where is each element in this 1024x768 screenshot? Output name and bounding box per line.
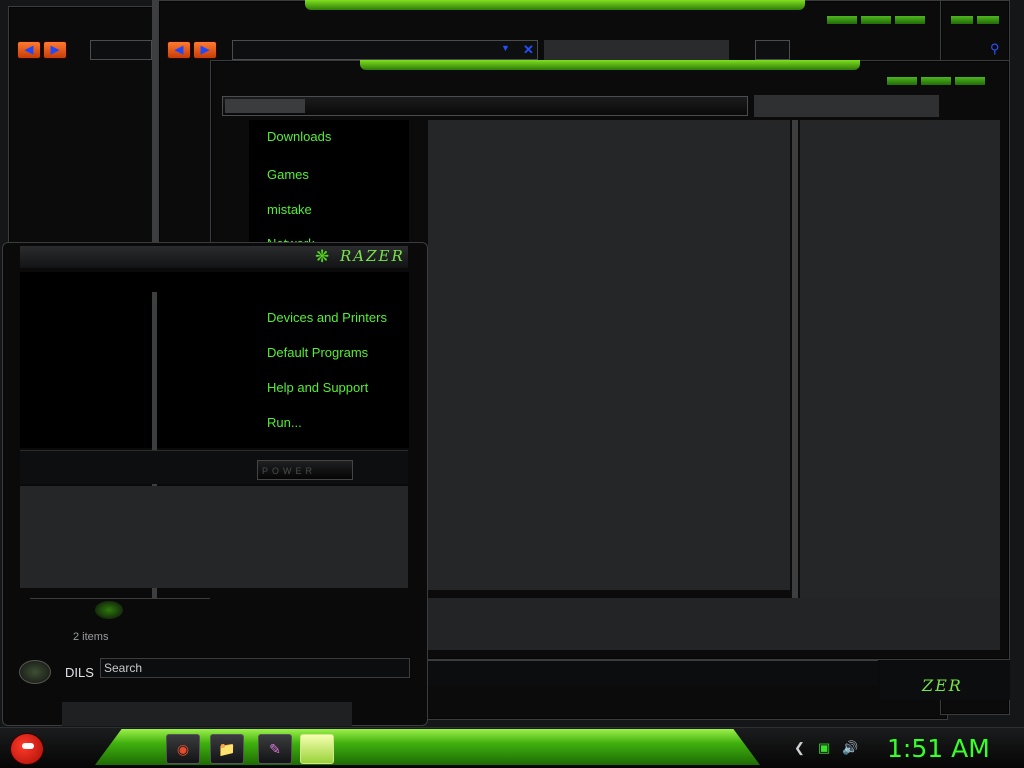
forward-arrow-icon[interactable]: ▶ [193, 41, 217, 59]
user-avatar[interactable] [19, 660, 51, 684]
right-window-controls[interactable] [950, 15, 1000, 25]
search-icon[interactable]: ⚲ [990, 41, 1000, 57]
menu-item-run[interactable]: Run... [267, 415, 302, 430]
lower-bar [62, 702, 352, 726]
maximize-button[interactable] [860, 15, 892, 25]
explorer-preview-pane [800, 120, 1000, 650]
menu-item-mistake[interactable]: mistake [267, 202, 312, 217]
start-button[interactable] [6, 729, 46, 767]
chrome-icon: ◉ [176, 740, 190, 757]
forward-arrow-icon[interactable]: ▶ [43, 41, 67, 59]
explorer-address-bar[interactable] [222, 96, 748, 116]
explorer-details-bar [420, 660, 878, 686]
search-placeholder: Search [104, 661, 143, 675]
explorer-content-pane [428, 120, 790, 590]
taskbar-folder-button[interactable]: 📁 [210, 734, 244, 764]
start-menu-left-column [20, 272, 250, 448]
menu-item-default-programs[interactable]: Default Programs [267, 345, 368, 360]
close-button[interactable] [976, 15, 1000, 25]
user-name[interactable]: DILS [65, 665, 94, 680]
menu-item-help-support[interactable]: Help and Support [267, 380, 368, 395]
explorer-window-controls[interactable] [886, 76, 986, 86]
power-label: POWER [262, 466, 317, 476]
start-search-input[interactable]: Search [100, 658, 410, 678]
menu-item-downloads[interactable]: Downloads [267, 129, 331, 144]
start-menu-lower-area [20, 486, 408, 588]
explorer-search-box[interactable] [754, 95, 939, 117]
back-address-field[interactable] [90, 40, 152, 60]
middle-search-box[interactable] [544, 40, 729, 60]
bird-eye-icon [22, 743, 34, 749]
explorer-pane-divider[interactable] [792, 120, 798, 600]
explorer-accent-strip [360, 60, 860, 70]
angry-bird-icon[interactable] [10, 733, 44, 765]
maximize-button[interactable] [920, 76, 952, 86]
taskbar-clock[interactable]: 1:51 AM [887, 734, 990, 763]
razer-logo-icon: ❋ [315, 247, 330, 266]
back-arrow-icon[interactable]: ◀ [17, 41, 41, 59]
middle-toolbar-field[interactable] [755, 40, 790, 60]
maximize-button[interactable] [950, 15, 974, 25]
minimize-button[interactable] [826, 15, 858, 25]
start-menu-brand: RAZER [340, 247, 405, 265]
folder-icon: 📁 [218, 740, 236, 757]
power-button[interactable]: POWER [257, 460, 353, 480]
network-icon[interactable]: ▣ [818, 740, 830, 756]
volume-icon[interactable]: 🔊 [842, 740, 858, 756]
tray-expand-icon[interactable]: ❮ [794, 740, 805, 756]
close-button[interactable] [954, 76, 986, 86]
paint-icon: ✎ [269, 740, 281, 757]
taskbar-paint-button[interactable]: ✎ [258, 734, 292, 764]
middle-nav-buttons[interactable]: ◀ ▶ [167, 41, 217, 59]
address-progress [225, 99, 305, 113]
status-items-text: 2 items [73, 631, 109, 643]
close-button[interactable] [894, 15, 926, 25]
middle-window-controls[interactable] [826, 15, 926, 25]
menu-item-games[interactable]: Games [267, 167, 309, 182]
minimize-button[interactable] [886, 76, 918, 86]
status-icon [95, 601, 123, 619]
middle-address-field[interactable]: ▼ ✕ [232, 40, 538, 60]
taskbar-active-window[interactable] [300, 734, 334, 764]
back-nav-buttons[interactable]: ◀ ▶ [17, 41, 67, 59]
menu-item-devices-printers[interactable]: Devices and Printers [267, 310, 387, 325]
dropdown-icon[interactable]: ▼ [501, 43, 510, 53]
taskbar-chrome-button[interactable]: ◉ [166, 734, 200, 764]
back-arrow-icon[interactable]: ◀ [167, 41, 191, 59]
explorer-nav-lower [30, 598, 210, 658]
explorer-lower-pane [428, 598, 1000, 650]
clear-icon[interactable]: ✕ [523, 42, 534, 58]
explorer-brand-footer: ZER [922, 676, 963, 695]
middle-window-accent-strip [305, 0, 805, 10]
